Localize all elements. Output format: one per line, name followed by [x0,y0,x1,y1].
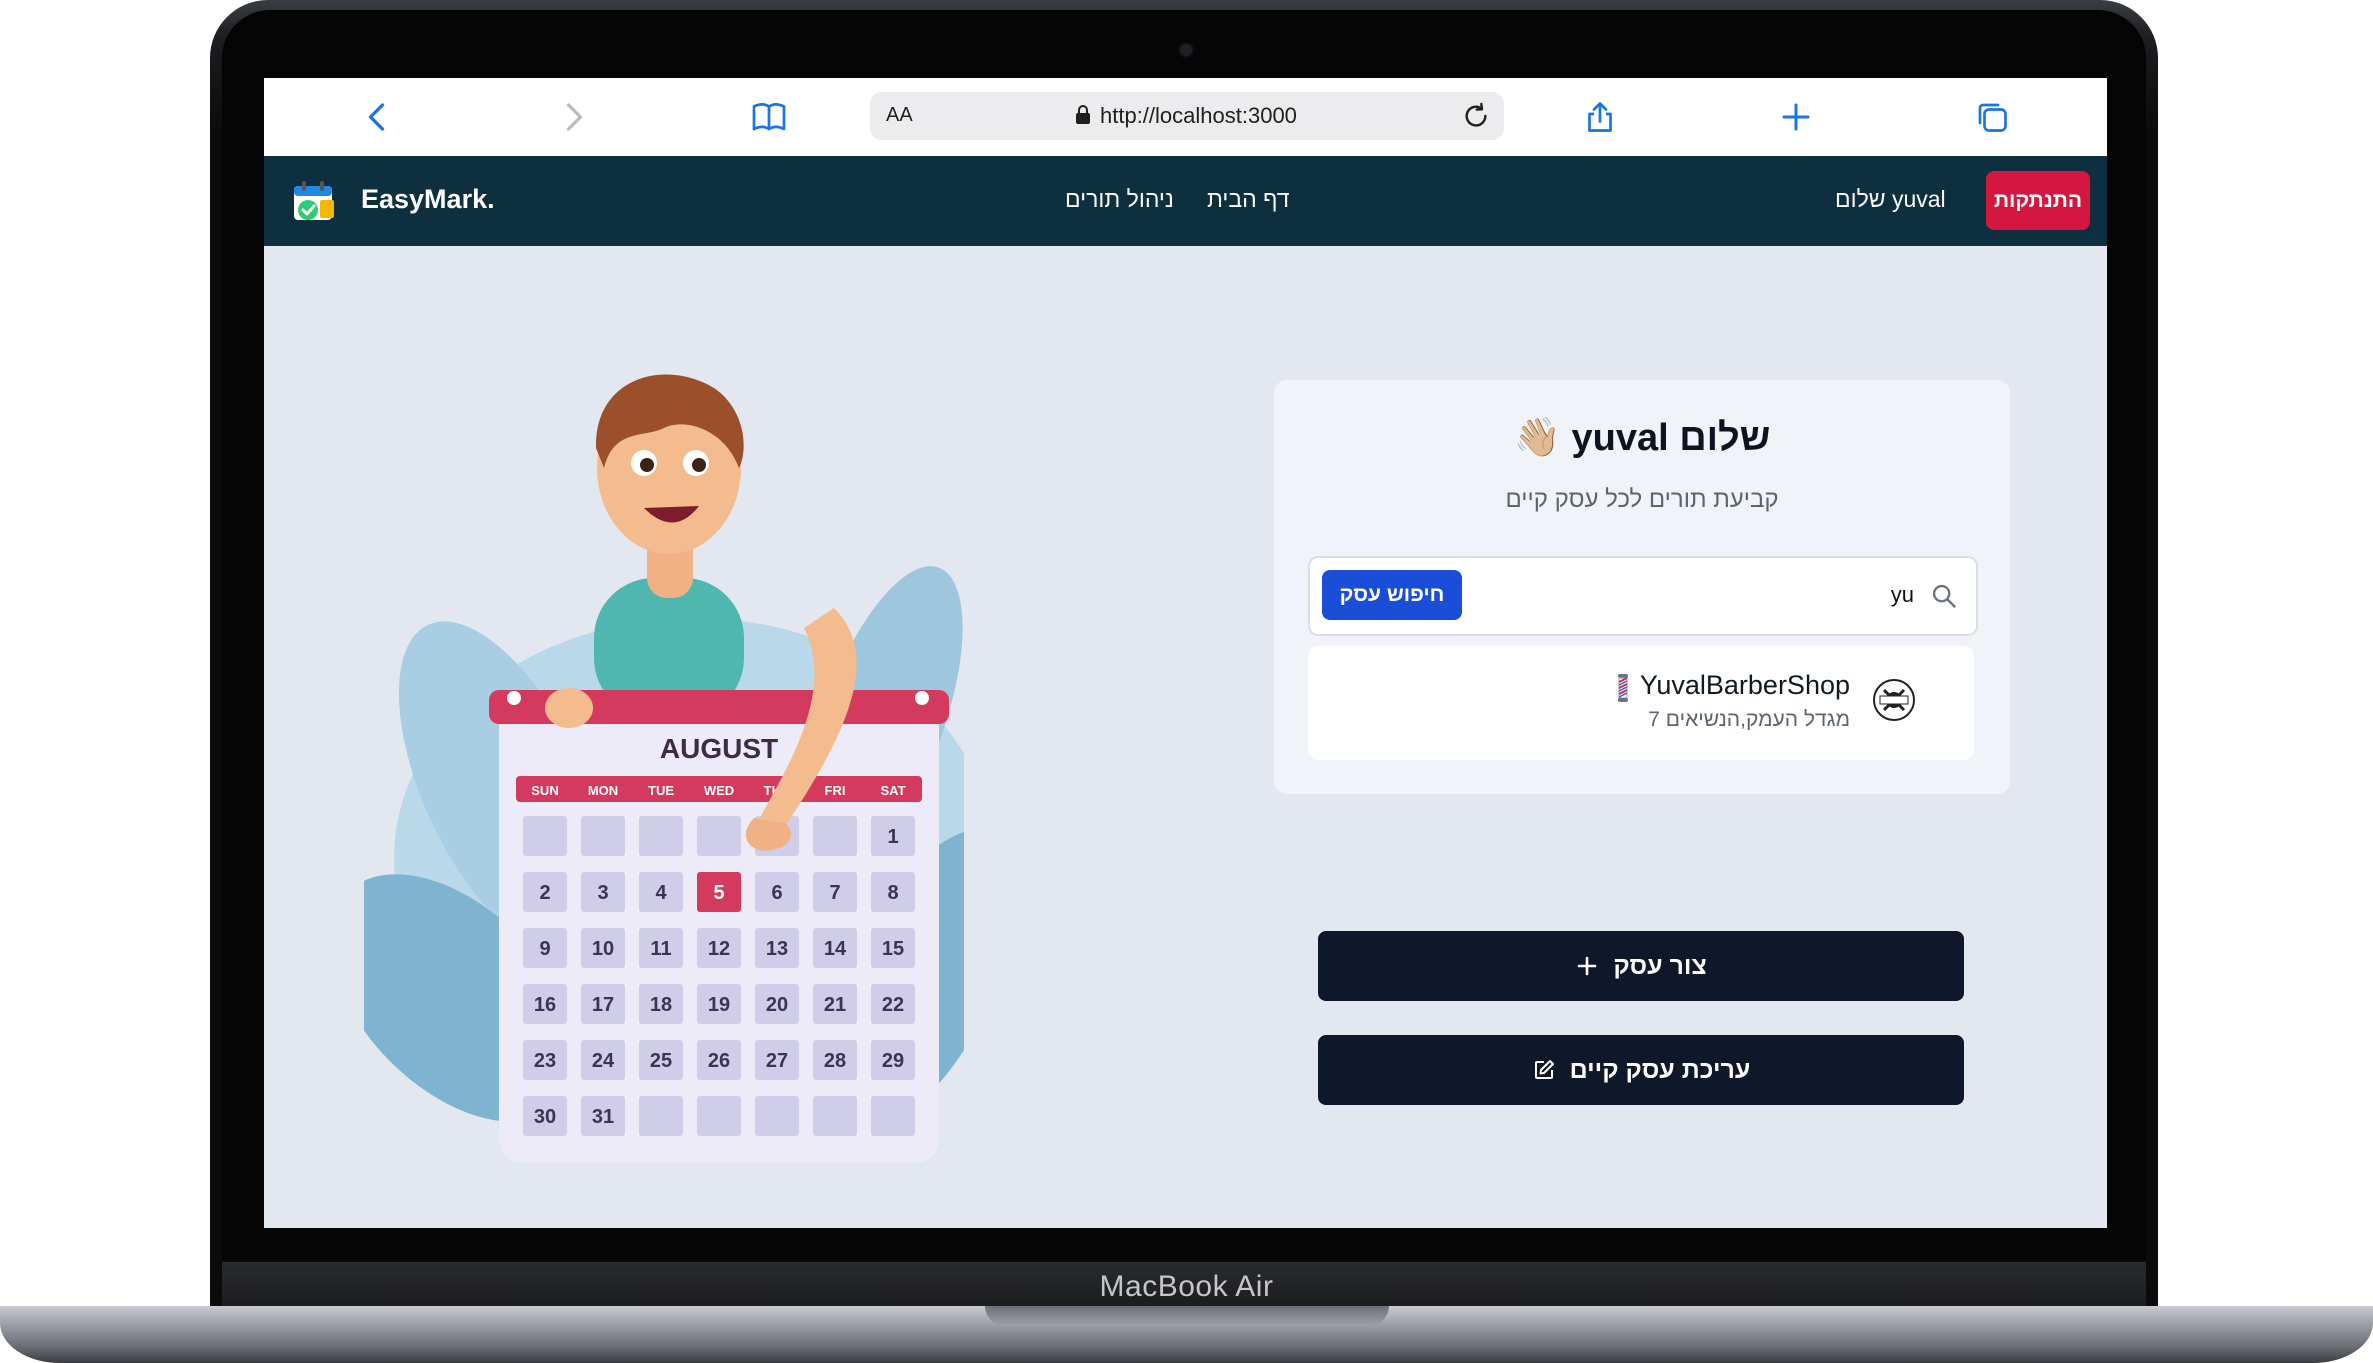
calendar-day-number: 8 [887,882,898,904]
calendar-day-cell [697,1096,741,1136]
calendar-day-cell [523,816,567,856]
logout-button[interactable]: התנתקות [1986,171,2090,230]
calendar-day-number: 10 [592,938,614,960]
laptop-notch [985,1306,1389,1326]
calendar-day-number: 4 [655,882,667,904]
edit-business-button[interactable]: עריכת עסק קיים [1318,1035,1964,1105]
calendar-day-number: 28 [824,1050,846,1072]
bookmarks-icon[interactable] [747,95,791,139]
search-business-button[interactable]: חיפוש עסק [1322,570,1462,620]
nav-link-home[interactable]: דף הבית [1207,186,1290,213]
calendar-day-number: 15 [882,938,904,960]
calendar-day-cell [639,816,683,856]
calendar-day-number: 7 [829,882,840,904]
weekday-label: SAT [880,783,905,798]
calendar-day-cell [581,816,625,856]
address-bar[interactable]: AA http://localhost:3000 [870,92,1504,140]
barbershop-logo-icon [1873,679,1915,721]
weekday-label: SUN [531,783,558,798]
person-left-hand [545,688,593,728]
back-icon[interactable] [356,95,400,139]
calendar-day-cell [639,1096,683,1136]
reload-icon[interactable] [1460,100,1492,132]
new-tab-icon[interactable] [1774,95,1818,139]
device-label: MacBook Air [1099,1270,1274,1303]
calendar-day-number: 19 [708,994,730,1016]
calendar-logo-icon[interactable] [290,178,338,226]
edit-business-label: עריכת עסק קיים [1569,1055,1751,1084]
calendar-day-cell [697,816,741,856]
camera-icon [1180,44,1192,56]
calendar-day-number: 17 [592,994,614,1016]
calendar-day-number: 23 [534,1050,556,1072]
weekday-label: TUE [648,783,674,798]
calendar-day-number: 16 [534,994,556,1016]
calendar-day-number: 1 [887,826,898,848]
browser-toolbar: AA http://localhost:3000 [264,78,2107,157]
calendar-day-number: 5 [713,882,724,904]
business-name[interactable]: YuvalBarberShop [1640,670,1850,701]
calendar-day-number: 14 [824,938,847,960]
weekday-label: FRI [825,783,846,798]
search-input[interactable]: yu [1891,582,1914,608]
weekday-label: WED [704,783,734,798]
calendar-day-cell [813,1096,857,1136]
calendar-day-number: 13 [766,938,788,960]
calendar-day-cell [755,1096,799,1136]
calendar-day-number: 3 [597,882,608,904]
forward-icon[interactable] [551,95,595,139]
calendar-day-number: 11 [650,938,671,960]
create-business-button[interactable]: צור עסק [1318,931,1964,1001]
calendar-day-number: 2 [539,882,550,904]
search-card: שלום yuval 👋🏼 קביעת תורים לכל עסק קיים ח… [1273,379,2011,795]
calendar-day-number: 18 [650,994,672,1016]
calendar-day-cell [871,1096,915,1136]
calendar-day-number: 12 [708,938,730,960]
greeting-title: שלום yuval 👋🏼 [1513,417,1771,459]
business-result-item[interactable]: YuvalBarberShop מגדל העמק,הנשיאים 7 [1308,646,1974,760]
calendar-month: AUGUST [660,733,778,764]
url-text: http://localhost:3000 [1100,103,1297,128]
lock-icon [1076,105,1090,124]
calendar-day-number: 27 [766,1050,788,1072]
search-icon [1932,584,1956,608]
barber-pole-icon [1618,674,1628,702]
edit-icon [1534,1060,1554,1079]
calendar-day-number: 25 [650,1050,672,1072]
search-box[interactable]: חיפוש עסק yu [1308,556,1978,636]
user-greeting: yuval שלום [1835,186,1946,212]
business-address: מגדל העמק,הנשיאים 7 [1648,708,1850,731]
calendar-day-cell [813,816,857,856]
weekday-label: MON [588,783,618,798]
calendar-day-number: 21 [824,994,846,1016]
calendar-day-number: 31 [592,1106,614,1128]
calendar-day-number: 26 [708,1050,730,1072]
nav-link-manage[interactable]: ניהול תורים [1065,186,1174,213]
app-navbar: EasyMark. ניהול תורים דף הבית yuval שלום… [264,156,2107,246]
calendar-day-number: 24 [592,1050,615,1072]
greeting-subtitle: קביעת תורים לכל עסק קיים [1505,486,1779,513]
calendar-day-number: 20 [766,994,788,1016]
create-business-label: צור עסק [1613,951,1707,980]
tabs-icon[interactable] [1970,95,2014,139]
reader-aa-button[interactable]: AA [886,104,913,127]
calendar-day-number: 30 [534,1106,556,1128]
calendar-day-number: 9 [539,938,550,960]
browser-screen: AA http://localhost:3000 EasyMark. ניהול… [264,78,2107,1228]
calendar-illustration: AUGUST SUNMONTUEWEDTHUFRISAT 12345678910… [364,374,964,1163]
calendar-day-number: 6 [771,882,782,904]
plus-icon [1578,956,1597,976]
brand-name[interactable]: EasyMark. [361,184,495,215]
calendar-day-number: 29 [882,1050,904,1072]
calendar-day-number: 22 [882,994,904,1016]
share-icon[interactable] [1578,95,1622,139]
